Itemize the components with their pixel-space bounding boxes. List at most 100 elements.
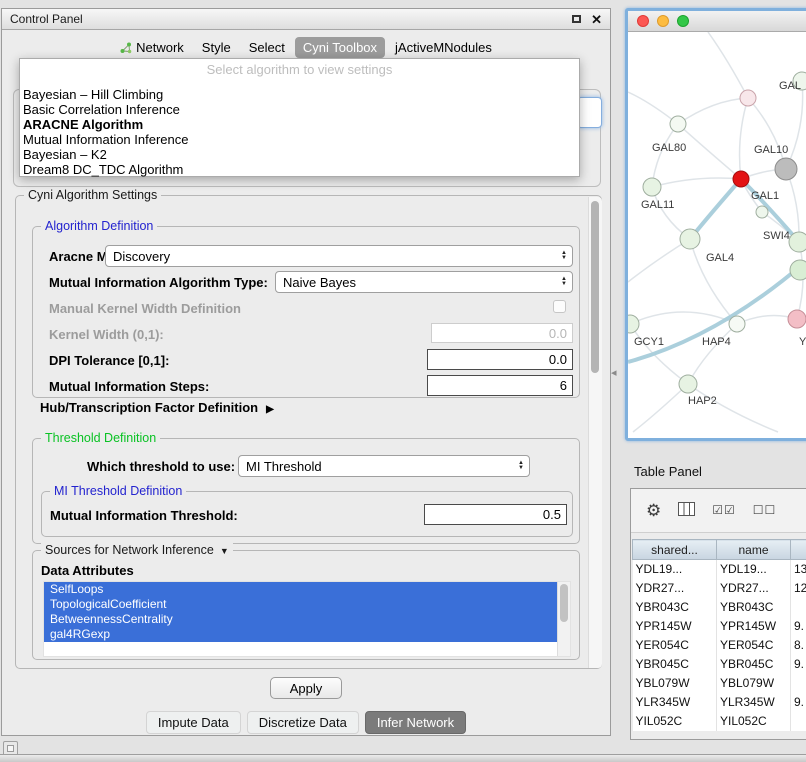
network-edge[interactable]	[678, 98, 748, 124]
focused-spinner[interactable]	[577, 97, 602, 128]
zoom-button[interactable]	[677, 15, 689, 27]
select-all-icon[interactable]: ☑☑	[712, 502, 736, 519]
gear-icon[interactable]: ⚙	[646, 502, 661, 519]
tab-jactivemnodules[interactable]: jActiveMNodules	[387, 37, 500, 58]
network-edge[interactable]	[678, 124, 741, 179]
table-cell: YDR27...	[717, 579, 791, 598]
network-edge[interactable]	[652, 178, 741, 187]
algorithm-option[interactable]: Basic Correlation Inference	[20, 102, 579, 117]
network-node[interactable]	[733, 171, 749, 187]
tab-discretize-data[interactable]: Discretize Data	[247, 711, 359, 734]
table-cell: YPR145W	[633, 617, 717, 636]
float-window-icon[interactable]	[572, 15, 581, 23]
tab-select[interactable]: Select	[241, 37, 293, 58]
table-row[interactable]: YER054CYER054C8.	[633, 636, 806, 655]
table-row[interactable]: YBR045CYBR045C9.	[633, 655, 806, 674]
network-node-label: GCY1	[634, 336, 664, 348]
tab-label: Network	[136, 40, 184, 55]
network-node[interactable]	[790, 260, 806, 280]
tab-infer-network[interactable]: Infer Network	[365, 711, 466, 734]
algorithm-option[interactable]: Mutual Information Inference	[20, 132, 579, 147]
table-row[interactable]: YBR043CYBR043C	[633, 598, 806, 617]
table-row[interactable]: YLR345WYLR345W9.	[633, 693, 806, 712]
hub-section-label: Hub/Transcription Factor Definition	[40, 400, 258, 415]
network-edge[interactable]	[786, 81, 803, 169]
attributes-scrollbar[interactable]	[557, 582, 570, 656]
kernel-width-value: 0.0	[549, 326, 567, 341]
algorithm-option[interactable]: ARACNE Algorithm	[20, 117, 579, 132]
network-node-label: GAL	[779, 80, 801, 92]
control-panel-titlebar[interactable]: Control Panel ✕	[2, 9, 610, 30]
attribute-item[interactable]: BetweennessCentrality	[44, 612, 557, 627]
network-node-label: HAP2	[688, 395, 717, 407]
network-node[interactable]	[740, 90, 756, 106]
network-node[interactable]	[789, 232, 806, 252]
network-edge[interactable]	[628, 239, 690, 282]
network-canvas[interactable]: GALGAL80GAL10GAL11GAL1SWI4GAL4GCY1HAP4YH…	[628, 32, 806, 438]
mi-threshold-field[interactable]: 0.5	[424, 504, 567, 525]
hub-section-toggle[interactable]: Hub/Transcription Factor Definition▶	[40, 400, 274, 415]
attributes-scrollbar-thumb[interactable]	[560, 584, 568, 622]
network-edge[interactable]	[740, 98, 748, 179]
network-edge[interactable]	[688, 384, 778, 432]
network-node[interactable]	[775, 158, 797, 180]
sources-group-title[interactable]: Sources for Network Inference▼	[41, 543, 233, 557]
close-button[interactable]	[637, 15, 649, 27]
table-row[interactable]: YBL079WYBL079W	[633, 674, 806, 693]
dpi-tolerance-field[interactable]: 0.0	[427, 349, 573, 370]
network-edge[interactable]	[797, 242, 803, 319]
network-node[interactable]	[643, 178, 661, 196]
close-icon[interactable]: ✕	[591, 13, 602, 26]
mi-algorithm-type-select[interactable]: Naive Bayes ▲▼	[275, 271, 573, 293]
which-threshold-select[interactable]: MI Threshold ▲▼	[238, 455, 530, 477]
table-row[interactable]: YDR27...YDR27...12	[633, 579, 806, 598]
algorithm-option[interactable]: Dream8 DC_TDC Algorithm	[20, 162, 579, 177]
aracne-mode-select[interactable]: Discovery ▲▼	[105, 245, 573, 267]
network-edge[interactable]	[628, 92, 678, 124]
tab-style[interactable]: Style	[194, 37, 239, 58]
panel-collapse-icon[interactable]: ◂	[611, 366, 617, 379]
network-node[interactable]	[679, 375, 697, 393]
network-node[interactable]	[628, 315, 639, 333]
network-node[interactable]	[670, 116, 686, 132]
table-row[interactable]: YIL052CYIL052C	[633, 712, 806, 731]
tab-cyni-toolbox[interactable]: Cyni Toolbox	[295, 37, 385, 58]
attribute-item[interactable]: gal4RGexp	[44, 627, 557, 642]
attribute-item[interactable]: TopologicalCoefficient	[44, 597, 557, 612]
network-node[interactable]	[788, 310, 806, 328]
apply-button[interactable]: Apply	[270, 677, 342, 699]
algorithm-option[interactable]: Bayesian – K2	[20, 147, 579, 162]
network-node-label: GAL4	[706, 252, 734, 264]
mi-steps-field[interactable]: 6	[427, 375, 573, 396]
table-row[interactable]: YDL19...YDL19...13	[633, 560, 806, 579]
network-window-titlebar[interactable]	[628, 11, 806, 32]
settings-scrollbar-thumb[interactable]	[591, 201, 599, 373]
data-attributes-listbox[interactable]: SelfLoopsTopologicalCoefficientBetweenne…	[43, 581, 571, 657]
network-edge[interactable]	[748, 98, 786, 169]
tab-label: Style	[202, 40, 231, 55]
network-node[interactable]	[729, 316, 745, 332]
network-edge[interactable]	[690, 179, 741, 239]
minimize-button[interactable]	[657, 15, 669, 27]
manual-kernel-label: Manual Kernel Width Definition	[49, 301, 241, 316]
mi-steps-label: Mutual Information Steps:	[49, 379, 209, 394]
tab-network[interactable]: Network	[112, 37, 192, 58]
network-edge[interactable]	[708, 32, 748, 98]
network-node[interactable]	[680, 229, 700, 249]
network-edge[interactable]	[652, 124, 678, 187]
column-header-shared[interactable]: shared...	[633, 540, 717, 560]
columns-icon[interactable]	[678, 502, 695, 519]
column-header-extra[interactable]	[791, 540, 806, 560]
attribute-item[interactable]: SelfLoops	[44, 582, 557, 597]
network-edge[interactable]	[633, 384, 688, 432]
table-cell: YBR045C	[717, 655, 791, 674]
table-row[interactable]: YPR145WYPR145W9.	[633, 617, 806, 636]
network-edge[interactable]	[688, 324, 737, 384]
select-none-icon[interactable]: ☐☐	[753, 502, 777, 519]
network-node[interactable]	[756, 206, 768, 218]
column-header-name[interactable]: name	[717, 540, 791, 560]
tab-impute-data[interactable]: Impute Data	[146, 711, 241, 734]
algorithm-option[interactable]: Bayesian – Hill Climbing	[20, 87, 579, 102]
settings-scrollbar[interactable]	[588, 197, 602, 668]
sources-group: Sources for Network Inference▼ Data Attr…	[32, 550, 580, 660]
